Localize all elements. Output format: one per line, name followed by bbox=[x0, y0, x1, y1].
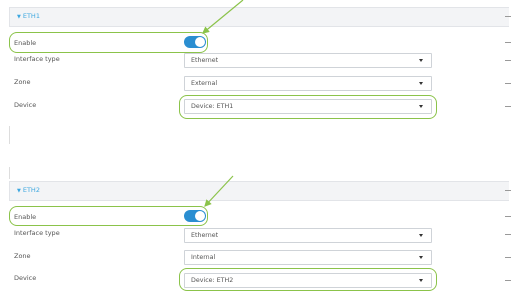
arrow-to-enable-toggle bbox=[204, 175, 234, 207]
annotation-arrows bbox=[202, 0, 244, 207]
arrow-to-enable-toggle bbox=[202, 0, 244, 34]
